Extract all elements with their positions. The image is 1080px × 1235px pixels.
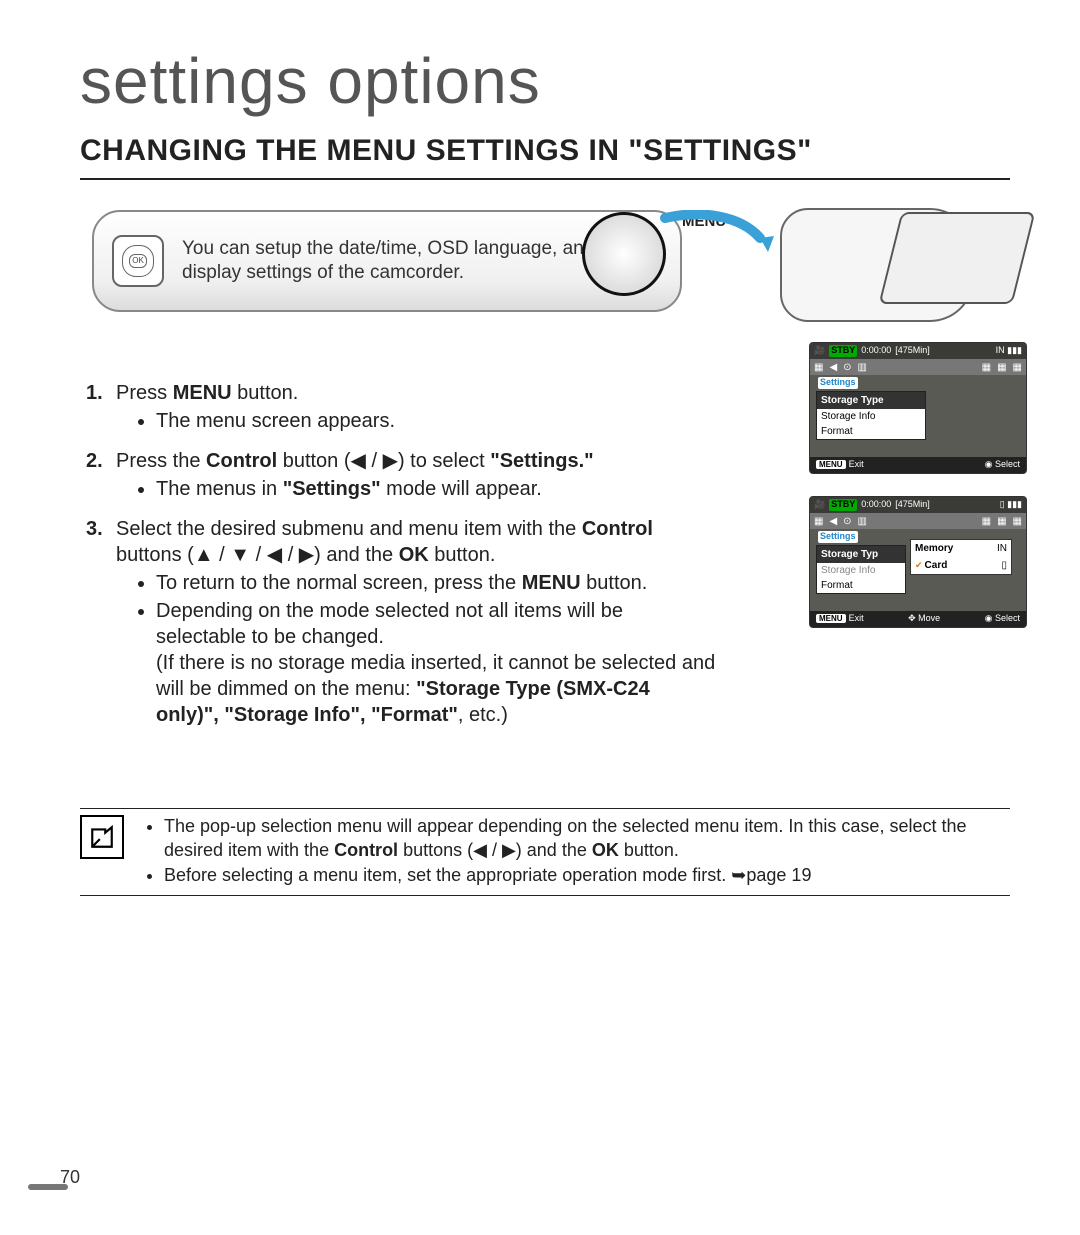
menu-button-label: MENU: [682, 212, 726, 232]
popup-option-memory: MemoryIN: [911, 540, 1011, 557]
rec-time: 0:00:00: [861, 499, 891, 511]
step-number: 3.: [86, 516, 116, 736]
note-item: The pop-up selection menu will appear de…: [164, 815, 1010, 862]
step-bullet: The menus in "Settings" mode will appear…: [156, 476, 716, 502]
ok-label: OK: [129, 254, 147, 268]
stby-badge: STBY: [829, 499, 857, 511]
menu-button-illustration: [582, 212, 666, 296]
camcorder-illustration: [770, 200, 1030, 340]
step-2: 2. Press the Control button (◀ / ▶) to s…: [86, 448, 716, 510]
settings-tab: Settings: [818, 377, 858, 389]
menu-item-format: Format: [817, 578, 905, 593]
intro-text: You can setup the date/time, OSD languag…: [182, 237, 620, 286]
note-box: The pop-up selection menu will appear de…: [80, 808, 1010, 896]
page-number: 70: [60, 1166, 80, 1189]
storage-type-popup: MemoryIN Card▯: [910, 539, 1012, 575]
step-3: 3. Select the desired submenu and menu i…: [86, 516, 716, 736]
popup-option-card: Card▯: [911, 557, 1011, 574]
menu-item-storage-info: Storage Info: [817, 409, 925, 424]
settings-menu: Storage Typ Storage Info Format: [816, 545, 906, 594]
stby-badge: STBY: [829, 345, 857, 357]
settings-tab: Settings: [818, 531, 858, 543]
step-number: 1.: [86, 380, 116, 442]
lcd-screenshot-1: 🎥 STBY 0:00:00 [475Min] IN ▮▮▮ ▦◀⊙▥▦▦▦ S…: [809, 342, 1027, 474]
ok-pad-icon: OK: [112, 235, 164, 287]
step-bullet: The menu screen appears.: [156, 408, 716, 434]
page-title: settings options: [80, 40, 1010, 123]
note-icon: [80, 815, 124, 859]
steps-list: 1. Press MENU button. The menu screen ap…: [80, 380, 716, 736]
step-number: 2.: [86, 448, 116, 510]
remain-time: [475Min]: [895, 499, 930, 511]
menu-item-storage-info: Storage Info: [817, 563, 905, 578]
remain-time: [475Min]: [895, 345, 930, 357]
menu-item-storage-type: Storage Type: [817, 392, 925, 409]
note-item: Before selecting a menu item, set the ap…: [164, 864, 1010, 887]
rec-time: 0:00:00: [861, 345, 891, 357]
section-title: CHANGING THE MENU SETTINGS IN "SETTINGS": [80, 131, 1010, 180]
menu-item-format: Format: [817, 424, 925, 439]
step-bullet: To return to the normal screen, press th…: [156, 570, 716, 596]
intro-region: OK You can setup the date/time, OSD lang…: [80, 210, 1010, 350]
screenshot-column: 🎥 STBY 0:00:00 [475Min] IN ▮▮▮ ▦◀⊙▥▦▦▦ S…: [809, 342, 1025, 650]
lcd-screenshot-2: 🎥 STBY 0:00:00 [475Min] ▯ ▮▮▮ ▦◀⊙▥▦▦▦ Se…: [809, 496, 1027, 628]
step-1: 1. Press MENU button. The menu screen ap…: [86, 380, 716, 442]
menu-item-storage-type: Storage Typ: [817, 546, 905, 563]
step-bullet: Depending on the mode selected not all i…: [156, 598, 716, 728]
settings-menu: Storage Type Storage Info Format: [816, 391, 926, 440]
